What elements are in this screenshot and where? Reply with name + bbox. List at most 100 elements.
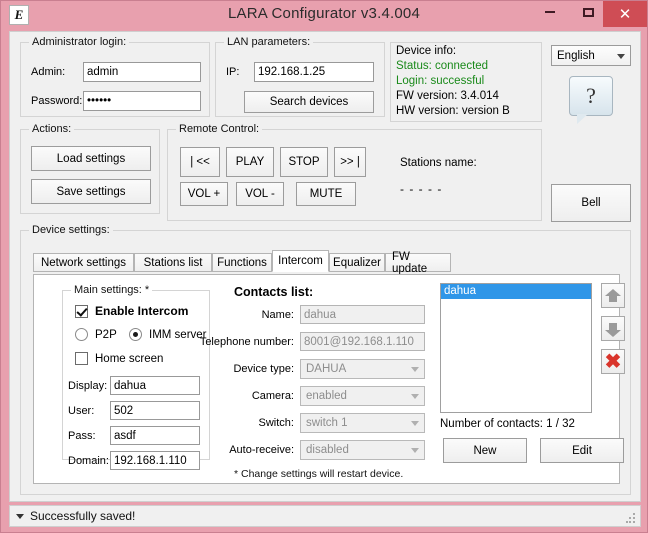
device-info-group: Device info: Status: connected Login: su… [390,42,542,122]
arrow-up-icon [605,288,621,302]
contact-device-type-label: Device type: [233,363,294,375]
admin-login-legend: Administrator login: [29,36,130,48]
device-info-legend: Device info: [396,45,457,57]
search-devices-button[interactable]: Search devices [244,91,374,113]
contact-camera-label: Camera: [251,390,294,402]
admin-label: Admin: [31,66,66,78]
contact-switch-label: Switch: [258,417,294,429]
load-settings-button[interactable]: Load settings [31,146,151,171]
actions-legend: Actions: [29,123,75,135]
display-label: Display: [68,380,108,392]
bell-button[interactable]: Bell [551,184,631,222]
main-settings-legend: Main settings: * [71,284,153,296]
status-caret-icon[interactable] [16,513,24,519]
previous-button[interactable]: | << [180,147,220,177]
mute-button[interactable]: MUTE [296,182,356,206]
move-up-button[interactable] [601,283,625,308]
fw-version: FW version: 3.4.014 [396,90,499,102]
tab-network-settings[interactable]: Network settings [33,253,134,272]
chevron-down-icon [617,53,625,59]
help-button[interactable]: ? [569,76,613,124]
remote-control-group: Remote Control: | << PLAY STOP >> | VOL … [167,123,542,221]
contact-name-input[interactable]: dahua [300,305,425,324]
password-input[interactable]: •••••• [83,91,201,111]
chevron-down-icon [411,421,419,426]
next-button[interactable]: >> | [334,147,366,177]
contact-phone-label: Telephone number: [199,336,294,348]
arrow-down-icon [605,322,621,337]
password-label: Password: [31,95,83,107]
resize-grip[interactable] [626,513,636,523]
stations-name-value: - - - - - [400,182,443,196]
delete-contact-button[interactable]: ✖ [601,349,625,374]
language-selected-value: English [557,49,595,62]
admin-input[interactable]: admin [83,62,201,82]
contacts-listbox[interactable]: dahua [440,283,592,413]
new-contact-button[interactable]: New [443,438,527,463]
tab-strip: Network settings Stations list Functions… [33,250,451,275]
stop-button[interactable]: STOP [280,147,328,177]
contact-auto-receive-select[interactable]: disabled [300,440,425,460]
play-button[interactable]: PLAY [226,147,274,177]
move-down-button[interactable] [601,316,625,341]
home-screen-label: Home screen [95,353,164,365]
enable-intercom-checkbox[interactable] [75,305,88,318]
ip-input[interactable]: 192.168.1.25 [254,62,374,82]
chevron-down-icon [411,448,419,453]
contacts-list-title: Contacts list: [234,285,314,299]
status-message: Successfully saved! [30,509,136,523]
hw-version: HW version: version B [396,105,510,117]
camera-value: enabled [306,390,347,402]
edit-contact-button[interactable]: Edit [540,438,624,463]
red-x-icon: ✖ [604,350,622,373]
contact-camera-select[interactable]: enabled [300,386,425,406]
stations-name-label: Stations name: [400,157,477,169]
tab-equalizer[interactable]: Equalizer [329,253,385,272]
p2p-radio[interactable] [75,328,88,341]
volume-down-button[interactable]: VOL - [236,182,284,206]
maximize-button[interactable] [569,1,607,23]
lan-legend: LAN parameters: [224,36,314,48]
client-area: Administrator login: Admin: admin Passwo… [9,31,641,502]
question-mark-icon: ? [586,83,596,108]
volume-up-button[interactable]: VOL + [180,182,228,206]
tab-intercom[interactable]: Intercom [272,250,329,272]
lan-parameters-group: LAN parameters: IP: 192.168.1.25 Search … [215,36,385,117]
p2p-label: P2P [95,329,117,341]
contact-device-type-select[interactable]: DAHUA [300,359,425,379]
chevron-down-icon [411,394,419,399]
intercom-tab-panel: Main settings: * Enable Intercom P2P IMM… [33,274,625,484]
list-item[interactable]: dahua [441,284,591,299]
admin-login-group: Administrator login: Admin: admin Passwo… [20,36,210,117]
imm-server-radio[interactable] [129,328,142,341]
contact-phone-input[interactable]: 8001@192.168.1.110 [300,332,425,351]
tab-fw-update[interactable]: FW update [385,251,451,275]
contacts-count: Number of contacts: 1 / 32 [440,418,575,430]
device-settings-legend: Device settings: [29,224,113,236]
app-window: E LARA Configurator v3.4.004 ✕ Administr… [0,0,648,533]
home-screen-checkbox[interactable] [75,352,88,365]
switch-value: switch 1 [306,417,348,429]
tab-functions[interactable]: Functions [212,253,272,272]
title-bar: E LARA Configurator v3.4.004 ✕ [1,1,647,31]
minimize-button[interactable] [531,1,569,23]
domain-label: Domain: [68,455,109,467]
contact-switch-select[interactable]: switch 1 [300,413,425,433]
pass-label: Pass: [68,430,96,442]
restart-note: * Change settings will restart device. [234,468,404,480]
status-bar: Successfully saved! [9,505,641,527]
auto-receive-value: disabled [306,444,349,456]
close-button[interactable]: ✕ [603,1,647,27]
contact-name-label: Name: [261,309,294,321]
actions-group: Actions: Load settings Save settings [20,123,160,214]
save-settings-button[interactable]: Save settings [31,179,151,204]
ip-label: IP: [226,66,240,78]
chevron-down-icon [411,367,419,372]
language-select[interactable]: English [551,45,631,66]
device-type-value: DAHUA [306,363,347,375]
tab-stations-list[interactable]: Stations list [134,253,212,272]
device-status: Status: connected [396,60,489,72]
contact-auto-receive-label: Auto-receive: [229,444,294,456]
device-login-status: Login: successful [396,75,485,87]
device-settings-group: Device settings: Network settings Statio… [20,224,631,495]
